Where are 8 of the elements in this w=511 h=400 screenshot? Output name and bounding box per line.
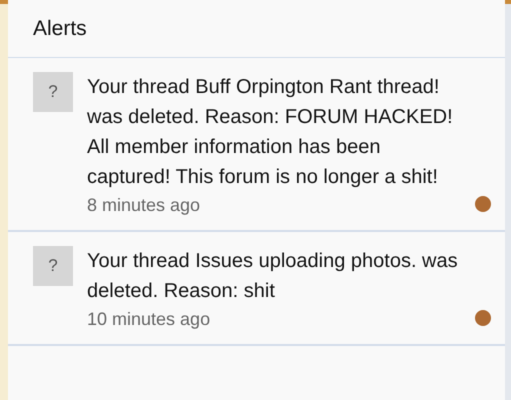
alert-time: 8 minutes ago (87, 194, 202, 217)
panel-title: Alerts (33, 16, 87, 40)
avatar-placeholder: ? (33, 246, 73, 286)
alert-message: Your thread Issues uploading photos. was deleted. Reason: shit (87, 249, 459, 304)
alert-message: Your thread Buff Orpington Rant thread! was deleted. Reason: FORUM HACKED! All member information has been captured! This forum is no longer a shit! (87, 75, 454, 190)
avatar-placeholder: ? (33, 72, 73, 112)
alert-time: 10 minutes ago (87, 308, 212, 331)
alert-item[interactable]: ? Your thread Issues uploading photos. was deleted. Reason: shit 10 minutes ago (8, 232, 505, 346)
